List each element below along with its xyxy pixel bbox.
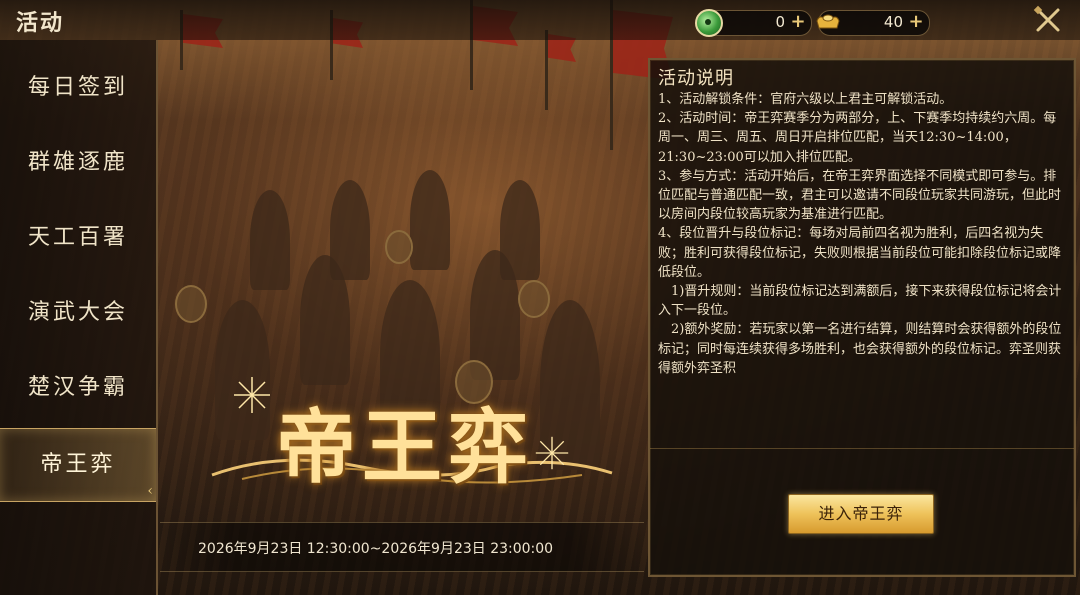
add-gold-button[interactable]: + xyxy=(907,12,925,32)
close-icon[interactable] xyxy=(1032,4,1064,36)
add-jade-button[interactable]: + xyxy=(789,12,807,32)
event-date-range: 2026年9月23日 12:30:00~2026年9月23日 23:00:00 xyxy=(198,541,554,557)
top-bar: 活动 0 + 40 + xyxy=(0,0,1080,40)
shield xyxy=(385,230,413,264)
rule-paragraph: 1)晋升规则：当前段位标记达到满额后，接下来获得段位标记将会计入下一段位。 xyxy=(658,284,1062,319)
sidebar-item-qunxiong-zhulu[interactable]: 群雄逐鹿 xyxy=(0,131,156,195)
rule-paragraph: 2、活动时间：帝王弈赛季分为两部分，上、下赛季均持续约六周。每周一、周三、周五、… xyxy=(658,111,1057,165)
sidebar-item-chuhan-zhengba[interactable]: 楚汉争霸 xyxy=(0,356,156,420)
soldier xyxy=(500,180,540,280)
soldier xyxy=(330,180,370,280)
rule-paragraph: 4、段位晋升与段位标记：每场对局前四名视为胜利，后四名视为失败；胜利可获得段位标… xyxy=(658,226,1062,280)
rule-paragraph: 1、活动解锁条件：官府六级以上君主可解锁活动。 xyxy=(658,92,953,107)
sidebar-item-label: 楚汉争霸 xyxy=(27,375,128,400)
sidebar-item-yanwu-dahui[interactable]: 演武大会 xyxy=(0,281,156,345)
sparkle-icon xyxy=(234,377,270,413)
gold-amount: 40 xyxy=(883,13,903,31)
soldier xyxy=(410,170,450,270)
activity-info-panel: 活动说明 1、活动解锁条件：官府六级以上君主可解锁活动。 2、活动时间：帝王弈赛… xyxy=(648,58,1076,577)
gold-ingot-icon xyxy=(816,14,840,29)
sidebar-item-label: 每日签到 xyxy=(27,75,128,100)
sparkle-icon xyxy=(535,436,569,470)
rule-paragraph: 2)额外奖励：若玩家以第一名进行结算，则结算时会获得额外的段位标记；同时每连续获… xyxy=(658,322,1062,376)
sidebar-item-daily-checkin[interactable]: 每日签到 xyxy=(0,56,156,120)
flag-pole xyxy=(545,30,548,110)
sidebar-item-tiangong-baishu[interactable]: 天工百署 xyxy=(0,206,156,270)
sidebar-item-diwangyi[interactable]: 帝王弈 ‹ xyxy=(0,428,156,502)
logo-title: 帝王弈 xyxy=(276,400,534,494)
panel-title: 活动说明 xyxy=(658,68,734,89)
divider xyxy=(650,448,1074,449)
event-date-strip: 2026年9月23日 12:30:00~2026年9月23日 23:00:00 xyxy=(160,522,644,572)
chevron-left-icon: ‹ xyxy=(147,483,156,499)
jade-currency: 0 + xyxy=(695,9,812,37)
gold-currency: 40 + xyxy=(816,10,930,36)
activity-sidebar: 每日签到 群雄逐鹿 天工百署 演武大会 楚汉争霸 帝王弈 ‹ xyxy=(0,40,158,595)
jade-amount: 0 xyxy=(775,13,785,31)
sidebar-item-label: 演武大会 xyxy=(27,300,128,325)
shield xyxy=(518,280,550,318)
enter-diwangyi-button[interactable]: 进入帝王弈 xyxy=(788,494,934,534)
activity-description[interactable]: 1、活动解锁条件：官府六级以上君主可解锁活动。 2、活动时间：帝王弈赛季分为两部… xyxy=(658,90,1068,444)
jade-coin-icon xyxy=(695,9,723,37)
sidebar-item-label: 天工百署 xyxy=(27,225,128,250)
page-title: 活动 xyxy=(16,10,65,36)
shield xyxy=(175,285,207,323)
diwangyi-logo: 帝王弈 xyxy=(211,375,613,494)
sidebar-item-label: 帝王弈 xyxy=(40,452,116,477)
soldier xyxy=(250,190,290,290)
sidebar-item-label: 群雄逐鹿 xyxy=(27,150,128,175)
rule-paragraph: 3、参与方式：活动开始后，在帝王弈界面选择不同模式即可参与。排位匹配与普通匹配一… xyxy=(658,168,1062,223)
